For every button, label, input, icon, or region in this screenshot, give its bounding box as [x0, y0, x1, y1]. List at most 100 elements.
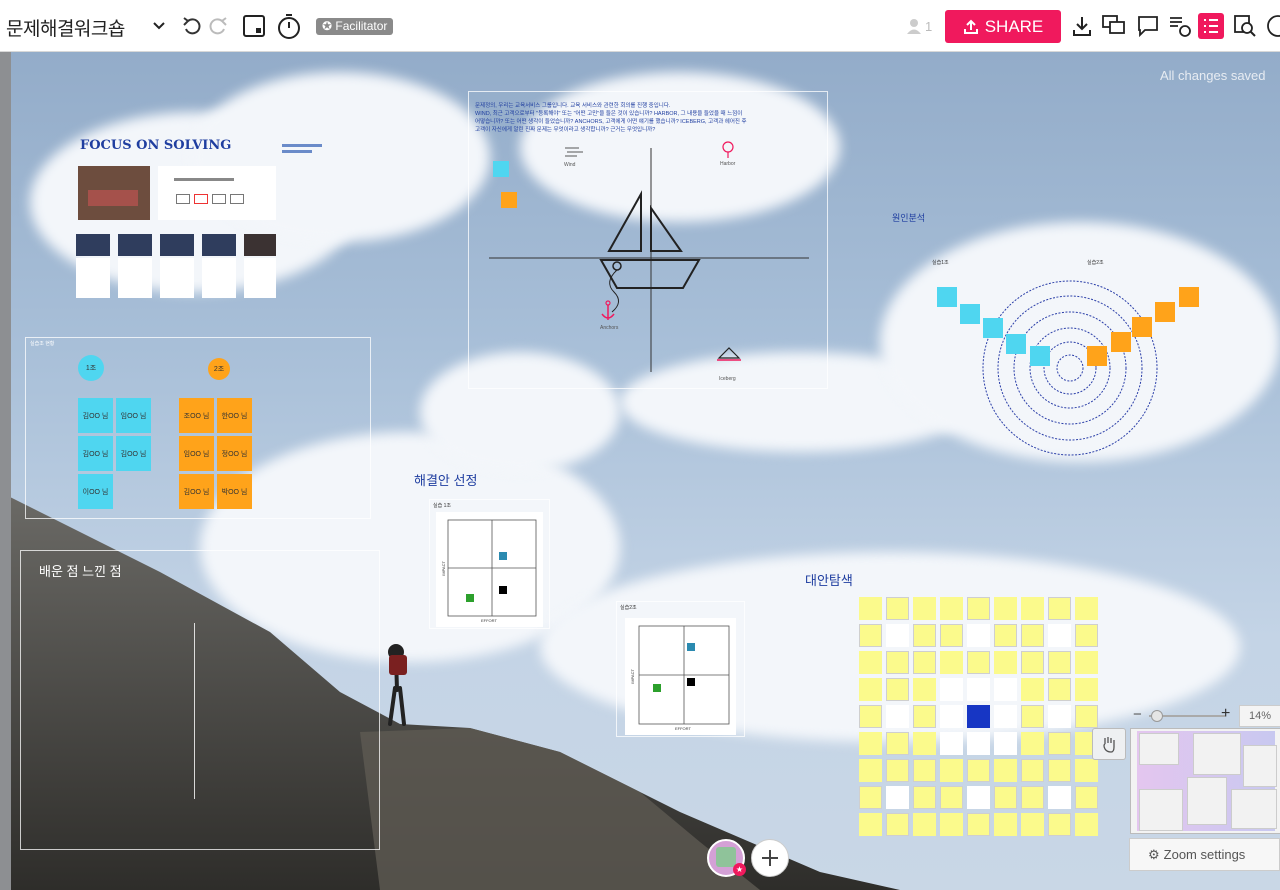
zoom-out-button[interactable]: − — [1133, 706, 1142, 723]
search-icon[interactable] — [1231, 12, 1259, 40]
grid-sticky-note[interactable] — [886, 813, 909, 836]
redo-icon[interactable] — [204, 12, 232, 40]
grid-sticky-note[interactable] — [967, 624, 990, 647]
grid-sticky-note[interactable] — [1048, 786, 1071, 809]
grid-sticky-note[interactable] — [994, 705, 1017, 728]
video-thumbnail[interactable] — [76, 234, 110, 256]
grid-sticky-note[interactable] — [913, 651, 936, 674]
undo-icon[interactable] — [178, 12, 206, 40]
grid-sticky-note[interactable] — [859, 678, 882, 701]
grid-sticky-note[interactable] — [859, 732, 882, 755]
workshop-photo[interactable] — [78, 166, 150, 220]
grid-sticky-note[interactable] — [886, 759, 909, 782]
group1-badge[interactable]: 1조 — [78, 355, 104, 381]
grid-sticky-note[interactable] — [967, 705, 990, 728]
grid-sticky-note[interactable] — [886, 597, 909, 620]
sticky-note[interactable]: 임OO 님 — [179, 436, 214, 471]
grid-sticky-note[interactable] — [913, 813, 936, 836]
sticky-note[interactable] — [960, 304, 980, 324]
comments-icon[interactable] — [1100, 12, 1128, 40]
sticky-note[interactable]: 한OO 님 — [217, 398, 252, 433]
grid-sticky-note[interactable] — [1048, 624, 1071, 647]
zoom-in-button[interactable]: + — [1221, 705, 1230, 723]
grid-sticky-note[interactable] — [886, 705, 909, 728]
sticky-note[interactable]: 김OO 님 — [78, 398, 113, 433]
sticky-note[interactable] — [1087, 346, 1107, 366]
grid-sticky-note[interactable] — [1075, 813, 1098, 836]
grid-sticky-note[interactable] — [994, 597, 1017, 620]
grid-sticky-note[interactable] — [940, 597, 963, 620]
grid-sticky-note[interactable] — [886, 651, 909, 674]
video-thumbnail[interactable] — [202, 234, 236, 256]
sticky-note[interactable] — [937, 287, 957, 307]
grid-sticky-note[interactable] — [940, 759, 963, 782]
grid-sticky-note[interactable] — [913, 678, 936, 701]
grid-sticky-note[interactable] — [1021, 678, 1044, 701]
grid-sticky-note[interactable] — [1048, 759, 1071, 782]
grid-sticky-note[interactable] — [886, 732, 909, 755]
sticky-note[interactable]: 김OO 님 — [78, 436, 113, 471]
alternatives-grid[interactable] — [859, 597, 1099, 837]
grid-sticky-note[interactable] — [1021, 651, 1044, 674]
grid-sticky-note[interactable] — [1075, 651, 1098, 674]
share-button[interactable]: SHARE — [945, 10, 1061, 43]
grid-sticky-note[interactable] — [967, 597, 990, 620]
minimap[interactable] — [1130, 728, 1280, 834]
grid-sticky-note[interactable] — [859, 705, 882, 728]
grid-sticky-note[interactable] — [913, 732, 936, 755]
grid-sticky-note[interactable] — [994, 786, 1017, 809]
online-users[interactable]: 1 — [905, 17, 932, 35]
zoom-settings-button[interactable]: ⚙ Zoom settings — [1129, 838, 1280, 871]
grid-sticky-note[interactable] — [967, 813, 990, 836]
grid-sticky-note[interactable] — [1048, 732, 1071, 755]
root-cause-title[interactable]: 원인분석 — [892, 211, 925, 224]
video-thumbnail[interactable] — [160, 234, 194, 256]
grid-sticky-note[interactable] — [967, 759, 990, 782]
sticky-note[interactable]: 조OO 님 — [179, 398, 214, 433]
grid-sticky-note[interactable] — [940, 651, 963, 674]
chevron-down-icon[interactable] — [145, 12, 173, 40]
grid-sticky-note[interactable] — [940, 786, 963, 809]
grid-sticky-note[interactable] — [1048, 597, 1071, 620]
grid-sticky-note[interactable] — [994, 732, 1017, 755]
learned-panel[interactable]: 배운 점 느낀 점 — [20, 550, 380, 850]
sticky-note[interactable] — [983, 318, 1003, 338]
grid-sticky-note[interactable] — [859, 624, 882, 647]
chat-icon[interactable] — [1134, 12, 1162, 40]
grid-sticky-note[interactable] — [1048, 651, 1071, 674]
grid-sticky-note[interactable] — [1048, 678, 1071, 701]
grid-sticky-note[interactable] — [1048, 705, 1071, 728]
grid-sticky-note[interactable] — [913, 624, 936, 647]
sticky-note[interactable]: 박OO 님 — [217, 474, 252, 509]
grid-sticky-note[interactable] — [913, 597, 936, 620]
sticky-note[interactable] — [501, 192, 517, 208]
activity-icon[interactable] — [1166, 12, 1194, 40]
grid-sticky-note[interactable] — [994, 624, 1017, 647]
board-title[interactable]: 문제해결워크숍 — [6, 14, 125, 41]
practice-status-panel[interactable]: 실습조 현황 1조 2조 김OO 님 임OO 님 김OO 님 김OO 님 이OO… — [25, 337, 371, 519]
impact-effort-matrix[interactable]: EFFORT IMPACT — [625, 618, 736, 735]
grid-sticky-note[interactable] — [994, 651, 1017, 674]
sticky-note[interactable] — [1006, 334, 1026, 354]
grid-sticky-note[interactable] — [1075, 705, 1098, 728]
grid-sticky-note[interactable] — [1021, 759, 1044, 782]
grid-sticky-note[interactable] — [913, 759, 936, 782]
frame-icon[interactable] — [240, 12, 268, 40]
sticky-note[interactable]: 김OO 님 — [116, 436, 151, 471]
sticky-note[interactable] — [1111, 332, 1131, 352]
grid-sticky-note[interactable] — [994, 678, 1017, 701]
grid-sticky-note[interactable] — [886, 786, 909, 809]
grid-sticky-note[interactable] — [859, 813, 882, 836]
outline-icon[interactable] — [1198, 13, 1224, 39]
grid-sticky-note[interactable] — [886, 624, 909, 647]
grid-sticky-note[interactable] — [886, 678, 909, 701]
grid-sticky-note[interactable] — [994, 813, 1017, 836]
solution-panel-1[interactable]: 실습 1조 EFFORT IMPACT — [429, 499, 550, 629]
grid-sticky-note[interactable] — [1021, 813, 1044, 836]
impact-effort-matrix[interactable]: EFFORT IMPACT — [436, 512, 543, 627]
grid-sticky-note[interactable] — [1021, 732, 1044, 755]
grid-sticky-note[interactable] — [940, 813, 963, 836]
hand-tool-button[interactable] — [1092, 728, 1126, 760]
download-icon[interactable] — [1068, 12, 1096, 40]
help-icon[interactable] — [1264, 12, 1280, 40]
